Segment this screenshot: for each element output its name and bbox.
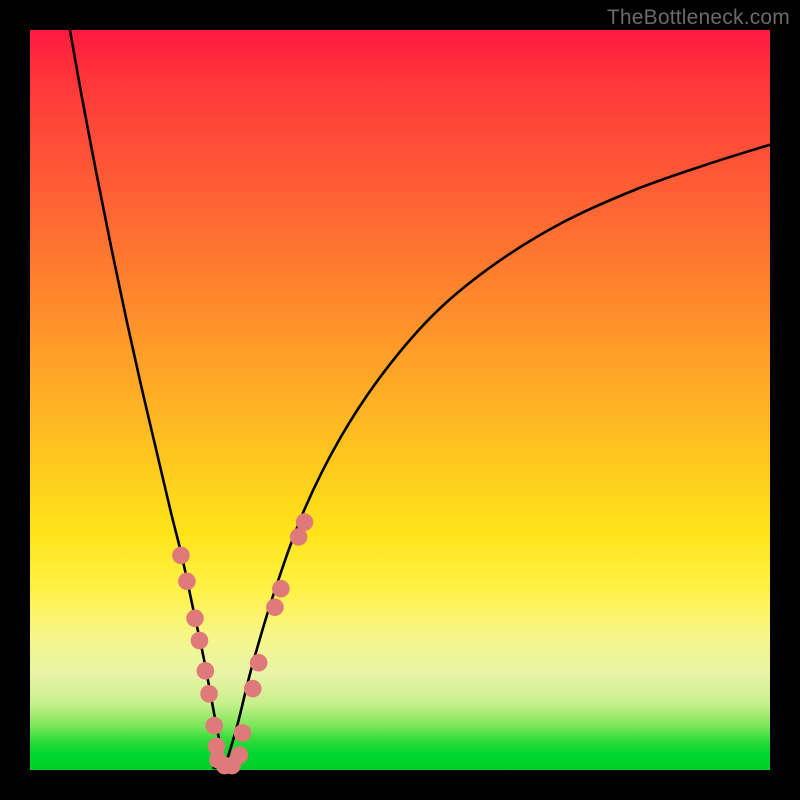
data-marker	[186, 610, 204, 628]
plot-area	[30, 30, 770, 770]
data-marker	[197, 662, 215, 680]
data-marker	[191, 632, 209, 650]
data-marker	[178, 573, 196, 591]
data-marker	[234, 724, 252, 742]
marker-group	[172, 513, 313, 774]
chart-svg	[30, 30, 770, 770]
data-marker	[296, 513, 314, 531]
chart-frame: TheBottleneck.com	[0, 0, 800, 800]
data-marker	[200, 685, 218, 703]
watermark-text: TheBottleneck.com	[607, 6, 790, 30]
curve-left-branch	[70, 30, 225, 768]
curve-right-branch	[225, 145, 770, 768]
data-marker	[205, 717, 223, 735]
data-marker	[244, 680, 262, 698]
data-marker	[266, 598, 284, 616]
data-marker	[272, 580, 290, 598]
data-marker	[231, 746, 249, 764]
data-marker	[172, 547, 190, 565]
data-marker	[250, 654, 268, 672]
